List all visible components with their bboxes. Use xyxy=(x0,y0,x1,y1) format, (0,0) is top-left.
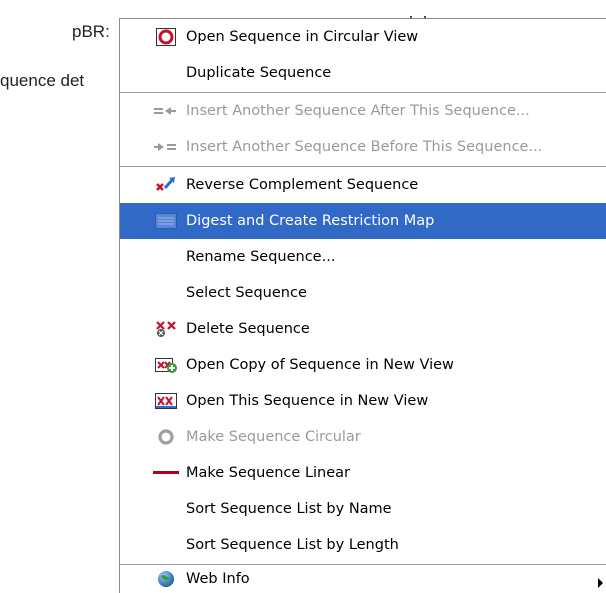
insert-after-icon xyxy=(151,101,181,121)
menu-item-label: Open Copy of Sequence in New View xyxy=(186,357,454,373)
delete-sequence-icon xyxy=(151,319,181,339)
menu-item-label: Web Info xyxy=(186,571,250,587)
menu-item-label: Duplicate Sequence xyxy=(186,65,332,81)
menu-item-insert-before[interactable]: Insert Another Sequence Before This Sequ… xyxy=(120,129,606,165)
menu-item-label: Make Sequence Circular xyxy=(186,429,361,445)
menu-item-sort-by-length[interactable]: Sort Sequence List by Length xyxy=(120,527,606,563)
sequence-details-label: quence det xyxy=(0,71,85,90)
menu-item-digest-restriction-map[interactable]: Digest and Create Restriction Map xyxy=(120,203,606,239)
menu-item-open-copy-new-view[interactable]: Open Copy of Sequence in New View xyxy=(120,347,606,383)
menu-item-open-this-new-view[interactable]: Open This Sequence in New View xyxy=(120,383,606,419)
menu-item-duplicate-sequence[interactable]: Duplicate Sequence xyxy=(120,55,606,91)
menu-item-label: Sort Sequence List by Name xyxy=(186,501,392,517)
menu-item-label: Delete Sequence xyxy=(186,321,310,337)
circle-icon xyxy=(151,427,181,447)
menu-item-insert-after[interactable]: Insert Another Sequence After This Seque… xyxy=(120,93,606,129)
menu-item-make-circular[interactable]: Make Sequence Circular xyxy=(120,419,606,455)
sequence-name-label: pBR: xyxy=(72,22,110,41)
menu-item-reverse-complement[interactable]: Reverse Complement Sequence xyxy=(120,167,606,203)
linear-icon xyxy=(151,463,181,483)
menu-item-label: Open This Sequence in New View xyxy=(186,393,429,409)
open-view-icon xyxy=(151,391,181,411)
menu-item-open-circular-view[interactable]: Open Sequence in Circular View xyxy=(120,19,606,55)
menu-item-label: Insert Another Sequence After This Seque… xyxy=(186,103,530,119)
menu-item-sort-by-name[interactable]: Sort Sequence List by Name xyxy=(120,491,606,527)
menu-item-label: Digest and Create Restriction Map xyxy=(186,213,435,229)
menu-item-label: Make Sequence Linear xyxy=(186,465,351,481)
open-copy-icon xyxy=(151,355,181,375)
circular-view-icon xyxy=(151,27,181,47)
menu-item-label: Rename Sequence... xyxy=(186,249,336,265)
menu-item-select-sequence[interactable]: Select Sequence xyxy=(120,275,606,311)
context-menu: Open Sequence in Circular View Duplicate… xyxy=(119,18,606,593)
menu-item-delete-sequence[interactable]: Delete Sequence xyxy=(120,311,606,347)
menu-item-rename-sequence[interactable]: Rename Sequence... xyxy=(120,239,606,275)
globe-icon xyxy=(151,569,181,589)
menu-item-label: Open Sequence in Circular View xyxy=(186,29,419,45)
menu-item-label: Insert Another Sequence Before This Sequ… xyxy=(186,139,543,155)
menu-item-label: Sort Sequence List by Length xyxy=(186,537,399,553)
menu-item-label: Select Sequence xyxy=(186,285,307,301)
restriction-map-icon xyxy=(151,211,181,231)
menu-item-make-linear[interactable]: Make Sequence Linear xyxy=(120,455,606,491)
insert-before-icon xyxy=(151,137,181,157)
submenu-arrow-icon xyxy=(598,578,603,588)
menu-item-web-info[interactable]: Web Info xyxy=(120,565,606,593)
reverse-complement-icon xyxy=(151,175,181,195)
menu-item-label: Reverse Complement Sequence xyxy=(186,177,419,193)
